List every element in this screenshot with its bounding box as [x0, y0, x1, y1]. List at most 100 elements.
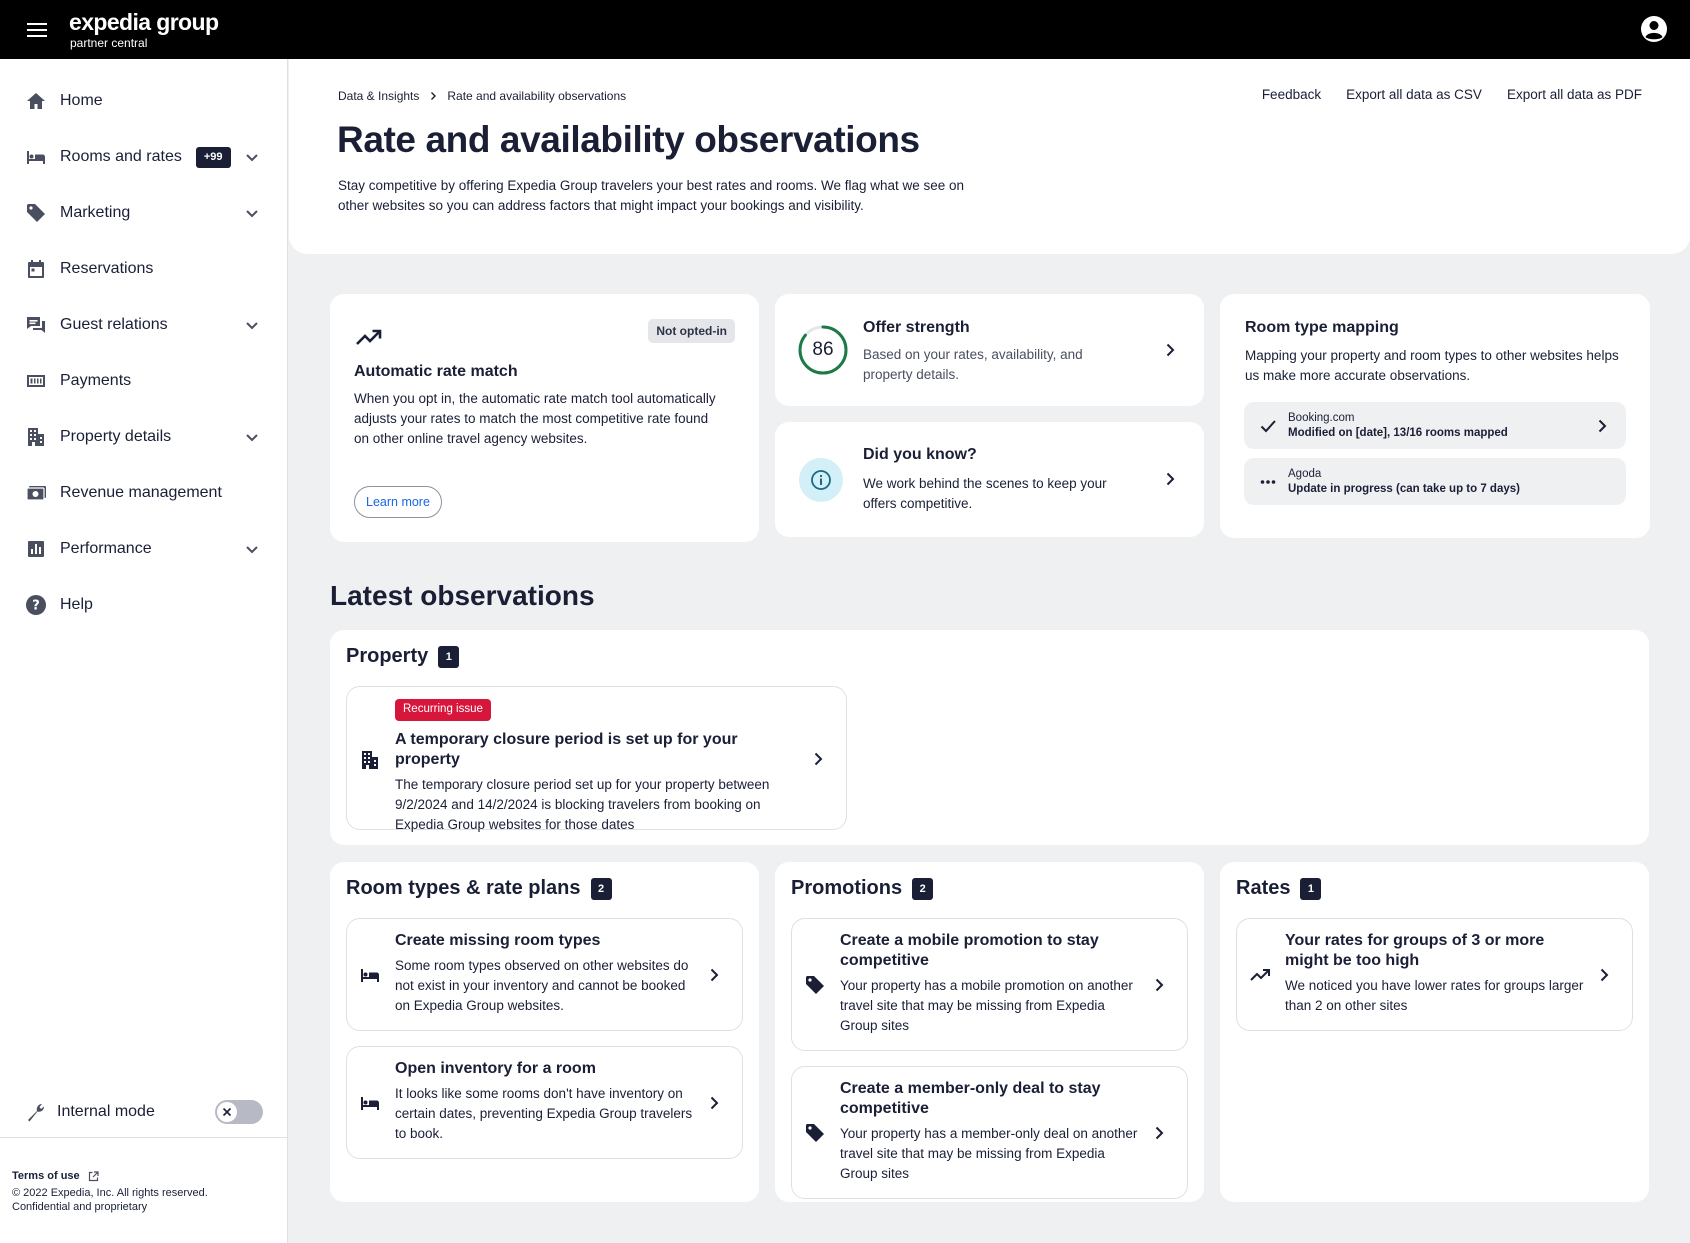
calendar-icon	[25, 258, 47, 280]
section-title: Promotions	[791, 877, 903, 899]
chevron-right-icon[interactable]	[1160, 469, 1180, 489]
breadcrumb: Data & Insights Rate and availability ob…	[338, 89, 626, 103]
sidebar-item-home[interactable]: Home	[0, 73, 287, 129]
rates-section: Rates 1 Your rates for groups of 3 or mo…	[1220, 862, 1649, 1202]
observation-body: It looks like some rooms don't have inve…	[395, 1086, 693, 1141]
sidebar-item-property-details[interactable]: Property details	[0, 409, 287, 465]
revenue-icon	[25, 482, 47, 504]
observation-card[interactable]: Create a member-only deal to stay compet…	[791, 1066, 1188, 1199]
count-badge: 2	[590, 877, 612, 900]
chevron-down-icon[interactable]	[243, 148, 261, 166]
sidebar-footer: Terms of use © 2022 Expedia, Inc. All ri…	[0, 1137, 287, 1243]
check-icon	[1258, 416, 1278, 436]
mapping-site-name: Booking.com	[1288, 411, 1355, 424]
trending-up-icon	[354, 322, 384, 352]
home-icon	[25, 90, 47, 112]
payments-icon	[25, 370, 47, 392]
chevron-down-icon[interactable]	[243, 316, 261, 334]
brand-tagline: partner central	[70, 35, 148, 50]
sidebar-item-guest-relations[interactable]: Guest relations	[0, 297, 287, 353]
terms-of-use-label: Terms of use	[12, 1170, 80, 1182]
observation-title: Create missing room types	[395, 932, 601, 949]
card-body: Mapping your property and room types to …	[1245, 348, 1619, 383]
observation-body: Some room types observed on other websit…	[395, 958, 689, 1013]
sidebar-item-label: Payments	[60, 372, 132, 389]
internal-mode-toggle[interactable]	[215, 1100, 263, 1124]
account-icon[interactable]	[1640, 15, 1668, 43]
notification-badge: +99	[195, 146, 231, 168]
promotions-section: Promotions 2 Create a mobile promotion t…	[775, 862, 1204, 1202]
sidebar-item-performance[interactable]: Performance	[0, 521, 287, 577]
feedback-link[interactable]: Feedback	[1262, 87, 1321, 102]
mapping-row-booking[interactable]: Booking.com Modified on [date], 13/16 ro…	[1244, 402, 1626, 449]
offer-strength-card[interactable]: 86 Offer strength Based on your rates, a…	[775, 294, 1204, 406]
chevron-right-icon[interactable]	[1160, 340, 1180, 360]
chevron-down-icon[interactable]	[243, 204, 261, 222]
observation-title: Create a member-only deal to stay compet…	[840, 1080, 1101, 1117]
sidebar-item-revenue-management[interactable]: Revenue management	[0, 465, 287, 521]
bed-icon	[359, 964, 381, 986]
sidebar-item-rooms-and-rates[interactable]: Rooms and rates +99	[0, 129, 287, 185]
chevron-down-icon[interactable]	[243, 428, 261, 446]
sidebar-item-reservations[interactable]: Reservations	[0, 241, 287, 297]
recurring-issue-badge: Recurring issue	[395, 699, 491, 721]
observation-card[interactable]: Your rates for groups of 3 or more might…	[1236, 918, 1633, 1031]
room-types-section: Room types & rate plans 2 Create missing…	[330, 862, 759, 1202]
observation-card[interactable]: Create a mobile promotion to stay compet…	[791, 918, 1188, 1051]
chevron-right-icon	[710, 1096, 719, 1110]
mapping-row-text: Agoda Update in progress (can take up to…	[1288, 467, 1520, 497]
info-icon	[799, 458, 843, 502]
room-type-mapping-card: Room type mapping Mapping your property …	[1220, 294, 1650, 538]
bed-icon	[25, 146, 47, 168]
observation-card[interactable]: Recurring issue A temporary closure peri…	[346, 686, 847, 832]
sidebar-nav: Home Rooms and rates +99 Marketing Reser…	[0, 59, 287, 633]
observation-title: Your rates for groups of 3 or more might…	[1285, 932, 1545, 969]
export-csv-link[interactable]: Export all data as CSV	[1346, 87, 1482, 102]
card-title: Offer strength	[863, 319, 970, 336]
sidebar-item-help[interactable]: ? Help	[0, 577, 287, 633]
observation-title: Create a mobile promotion to stay compet…	[840, 932, 1099, 969]
brand-logo[interactable]: expedia group partner central	[69, 8, 219, 50]
sidebar-item-label: Property details	[60, 428, 172, 445]
did-you-know-card[interactable]: Did you know? We work behind the scenes …	[775, 422, 1204, 537]
observation-card[interactable]: Open inventory for a room It looks like …	[346, 1046, 743, 1159]
card-title: Did you know?	[863, 446, 977, 463]
chevron-right-icon	[1600, 968, 1609, 982]
observation-card[interactable]: Create missing room types Some room type…	[346, 918, 743, 1031]
sidebar-item-label: Revenue management	[60, 484, 222, 501]
sidebar-item-payments[interactable]: Payments	[0, 353, 287, 409]
observation-text: Create missing room types Some room type…	[395, 931, 695, 1016]
observation-text: Create a mobile promotion to stay compet…	[840, 931, 1140, 1036]
count-badge: 2	[912, 877, 934, 900]
hamburger-menu-icon[interactable]	[18, 11, 56, 49]
sidebar-item-marketing[interactable]: Marketing	[0, 185, 287, 241]
section-title: Property	[346, 645, 429, 667]
page-title: Rate and availability observations	[337, 119, 920, 160]
more-icon	[1258, 472, 1278, 492]
chevron-down-icon[interactable]	[243, 540, 261, 558]
building-icon	[25, 426, 47, 448]
trending-up-icon	[1249, 964, 1271, 986]
sidebar-item-label: Performance	[60, 540, 152, 557]
mapping-site-name: Agoda	[1288, 467, 1322, 480]
learn-more-button[interactable]: Learn more	[354, 486, 442, 518]
count-badge: 1	[1300, 877, 1322, 900]
breadcrumb-data-insights[interactable]: Data & Insights	[338, 89, 419, 103]
export-pdf-link[interactable]: Export all data as PDF	[1507, 87, 1642, 102]
chevron-right-icon	[1155, 1126, 1164, 1140]
building-icon	[359, 749, 381, 771]
terms-of-use-link[interactable]: Terms of use	[12, 1170, 275, 1182]
brand-name: expedia group	[69, 8, 219, 35]
copyright-text: © 2022 Expedia, Inc. All rights reserved…	[12, 1187, 208, 1199]
card-title: Automatic rate match	[354, 363, 518, 380]
section-header: Room types & rate plans 2	[346, 877, 612, 900]
chevron-right-icon	[1155, 978, 1164, 992]
sidebar-item-label: Help	[60, 596, 93, 613]
chart-icon	[25, 538, 47, 560]
offer-score: 86	[812, 339, 834, 360]
section-header: Property 1	[346, 645, 460, 668]
internal-mode-row: Internal mode	[0, 1087, 287, 1137]
observation-text: Create a member-only deal to stay compet…	[840, 1079, 1140, 1184]
card-body: When you opt in, the automatic rate matc…	[354, 391, 716, 446]
chevron-right-icon	[1598, 419, 1607, 432]
